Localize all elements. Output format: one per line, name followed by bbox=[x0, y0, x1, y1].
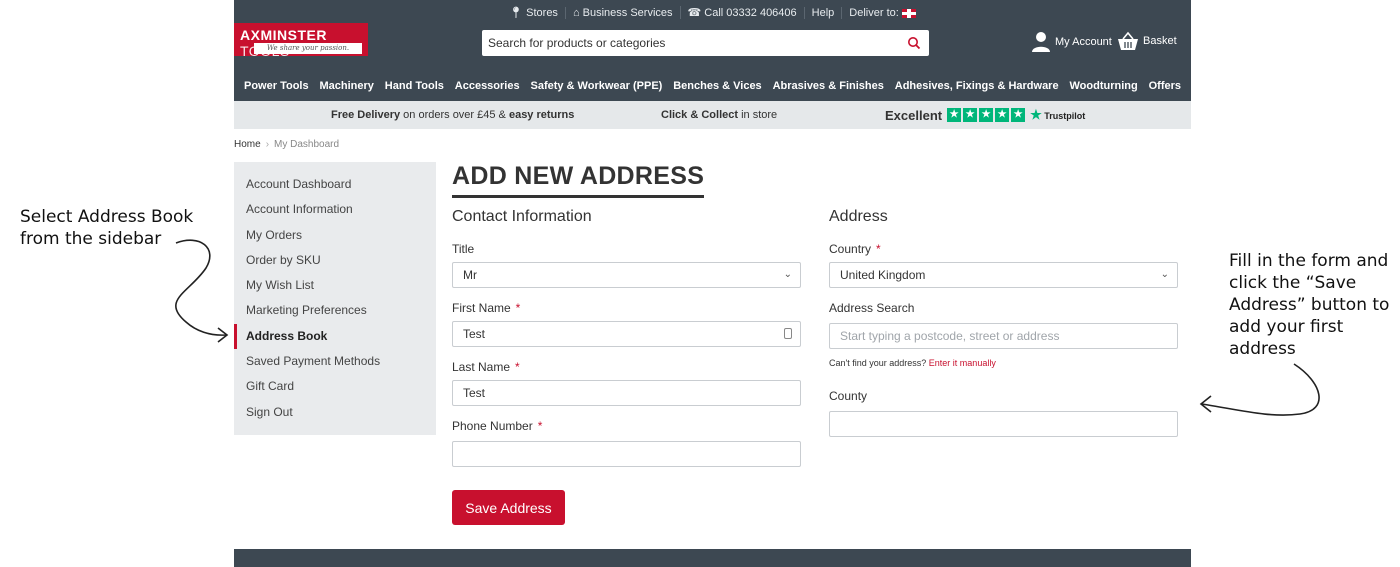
nav-adhesives-fixings[interactable]: Adhesives, Fixings & Hardware bbox=[895, 80, 1059, 92]
sidebar-item-my-wish-list[interactable]: My Wish List bbox=[234, 273, 436, 298]
address-heading: Address bbox=[829, 208, 888, 225]
chevron-down-icon: ⌄ bbox=[783, 269, 792, 280]
business-services-link[interactable]: ⌂ Business Services bbox=[564, 7, 680, 19]
nav-safety-workwear[interactable]: Safety & Workwear (PPE) bbox=[530, 80, 662, 92]
address-section: Address Country * United Kingdom ⌄ Address… bbox=[829, 208, 1178, 450]
arrow-to-form-icon bbox=[1201, 363, 1320, 416]
nav-woodturning[interactable]: Woodturning bbox=[1069, 80, 1137, 92]
sidebar-item-account-dashboard[interactable]: Account Dashboard bbox=[234, 172, 436, 197]
save-address-button[interactable]: Save Address bbox=[452, 490, 565, 525]
address-search-label: Address Search bbox=[829, 301, 915, 315]
nav-hand-tools[interactable]: Hand Tools bbox=[385, 80, 444, 92]
basket-link[interactable]: Basket bbox=[1117, 31, 1177, 51]
country-select[interactable]: United Kingdom ⌄ bbox=[829, 262, 1178, 288]
star-icon: ★ bbox=[1011, 108, 1026, 122]
basket-icon bbox=[1118, 31, 1138, 50]
nav-machinery[interactable]: Machinery bbox=[319, 80, 373, 92]
phone-label: Phone Number * bbox=[452, 419, 543, 433]
main-content: ADD NEW ADDRESS Contact Information Titl… bbox=[452, 162, 1192, 525]
annotation-left: Select Address Book from the sidebar bbox=[20, 207, 194, 249]
county-field[interactable] bbox=[829, 411, 1178, 437]
cant-find-address-hint: Can't find your address? Enter it manual… bbox=[829, 358, 996, 368]
free-delivery-promo[interactable]: Free Delivery on orders over £45 & easy … bbox=[331, 109, 574, 121]
phone-field[interactable] bbox=[452, 441, 801, 467]
enter-manually-link[interactable]: Enter it manually bbox=[929, 358, 996, 368]
phone-icon: ☎ bbox=[687, 7, 702, 19]
page-title: ADD NEW ADDRESS bbox=[452, 162, 705, 198]
my-account-link[interactable]: My Account bbox=[1031, 31, 1112, 53]
contact-heading: Contact Information bbox=[452, 208, 592, 225]
required-asterisk: * bbox=[876, 242, 881, 256]
nav-benches-vices[interactable]: Benches & Vices bbox=[673, 80, 761, 92]
search-input[interactable] bbox=[482, 30, 892, 56]
breadcrumb-home[interactable]: Home bbox=[234, 139, 261, 150]
breadcrumb: Home › My Dashboard bbox=[234, 139, 339, 150]
trustpilot-logo: ★ Trustpilot bbox=[1030, 107, 1086, 122]
sidebar-item-marketing-preferences[interactable]: Marketing Preferences bbox=[234, 298, 436, 323]
home-icon: ⌂ bbox=[572, 7, 580, 19]
page: { "annotations": { "left": "Select Addre… bbox=[0, 0, 1400, 567]
stores-link[interactable]: 📍︎ Stores bbox=[502, 6, 565, 19]
call-link[interactable]: ☎ Call 03332 406406 bbox=[679, 6, 804, 19]
help-link[interactable]: Help bbox=[803, 7, 842, 19]
search-box bbox=[482, 30, 929, 56]
rating-stars: ★ ★ ★ ★ ★ bbox=[947, 108, 1026, 122]
utility-bar: 📍︎ Stores ⌂ Business Services ☎ Call 03332… bbox=[234, 6, 1191, 19]
star-icon: ★ bbox=[979, 108, 994, 122]
star-icon: ★ bbox=[963, 108, 978, 122]
sidebar-item-saved-payment-methods[interactable]: Saved Payment Methods bbox=[234, 349, 436, 374]
logo[interactable]: AXMINSTER TOOLS We share your passion. bbox=[234, 23, 368, 59]
sidebar-item-sign-out[interactable]: Sign Out bbox=[234, 400, 436, 425]
annotation-right: Fill in the form and click the “Save Add… bbox=[1229, 251, 1390, 359]
required-asterisk: * bbox=[515, 301, 521, 315]
first-name-field[interactable]: Test bbox=[452, 321, 801, 347]
promo-bar: Free Delivery on orders over £45 & easy … bbox=[234, 101, 1191, 129]
autofill-icon[interactable] bbox=[784, 328, 792, 339]
county-label: County bbox=[829, 389, 868, 403]
site-frame: 📍︎ Stores ⌂ Business Services ☎ Call 03332… bbox=[234, 0, 1191, 567]
logo-tagline: We share your passion. bbox=[254, 43, 362, 54]
nav-accessories[interactable]: Accessories bbox=[455, 80, 520, 92]
chevron-right-icon: › bbox=[265, 139, 270, 150]
sidebar-item-gift-card[interactable]: Gift Card bbox=[234, 374, 436, 399]
deliver-to-selector[interactable]: Deliver to: bbox=[841, 7, 923, 19]
title-label: Title bbox=[452, 242, 475, 256]
search-icon[interactable] bbox=[907, 36, 921, 50]
required-asterisk: * bbox=[515, 360, 520, 374]
click-collect-promo[interactable]: Click & Collect in store bbox=[661, 109, 777, 121]
main-nav: Power Tools Machinery Hand Tools Accesso… bbox=[234, 80, 1191, 92]
star-icon: ★ bbox=[947, 108, 962, 122]
sidebar-item-my-orders[interactable]: My Orders bbox=[234, 223, 436, 248]
location-pin-icon: 📍︎ bbox=[509, 7, 524, 19]
country-label: Country * bbox=[829, 242, 881, 256]
sidebar-item-address-book[interactable]: Address Book bbox=[234, 323, 436, 350]
nav-abrasives-finishes[interactable]: Abrasives & Finishes bbox=[773, 80, 884, 92]
user-icon bbox=[1032, 32, 1050, 52]
sidebar-item-account-information[interactable]: Account Information bbox=[234, 197, 436, 222]
footer bbox=[234, 549, 1191, 567]
chevron-down-icon: ⌄ bbox=[1160, 269, 1169, 280]
first-name-label: First Name * bbox=[452, 301, 521, 315]
title-select[interactable]: Mr ⌄ bbox=[452, 262, 801, 288]
trustpilot-rating[interactable]: Excellent ★ ★ ★ ★ ★ ★ Trustpilot bbox=[885, 107, 1085, 123]
sidebar-item-order-by-sku[interactable]: Order by SKU bbox=[234, 248, 436, 273]
uk-flag-icon bbox=[901, 8, 916, 18]
trustpilot-star-icon: ★ bbox=[1030, 107, 1042, 122]
contact-information-section: Contact Information Title Mr ⌄ First Name… bbox=[452, 208, 801, 480]
star-icon: ★ bbox=[995, 108, 1010, 122]
nav-offers[interactable]: Offers bbox=[1149, 80, 1181, 92]
last-name-field[interactable]: Test bbox=[452, 380, 801, 406]
arrow-to-sidebar-icon bbox=[175, 239, 227, 336]
breadcrumb-current: My Dashboard bbox=[274, 139, 340, 150]
nav-power-tools[interactable]: Power Tools bbox=[244, 80, 309, 92]
address-search-input[interactable]: Start typing a postcode, street or addre… bbox=[829, 323, 1178, 349]
header: 📍︎ Stores ⌂ Business Services ☎ Call 03332… bbox=[234, 0, 1191, 101]
last-name-label: Last Name * bbox=[452, 360, 520, 374]
required-asterisk: * bbox=[537, 419, 543, 433]
account-sidebar: Account Dashboard Account Information My… bbox=[234, 162, 436, 435]
